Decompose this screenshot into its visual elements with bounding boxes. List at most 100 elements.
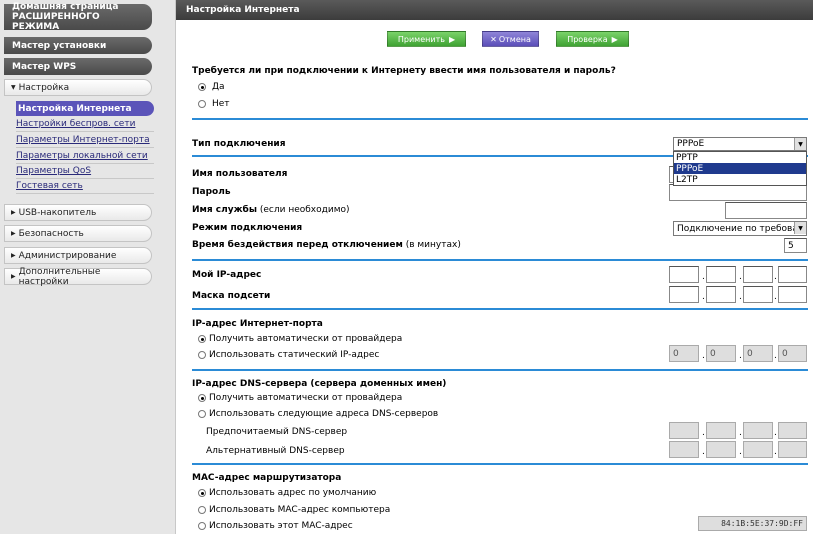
divider [192,118,808,120]
connection-type-value: PPPoE [677,139,705,149]
mac-title: MAC-адрес маршрутизатора [192,473,342,483]
dns-primary-octet-1[interactable] [669,422,699,439]
apply-button[interactable]: Применить ▶ [387,31,466,47]
service-name-hint: (если необходимо) [259,205,350,215]
mac-address-field[interactable]: 84:1B:5E:37:9D:FF [698,516,807,531]
wan-ip-octet-4[interactable]: 0 [778,345,807,362]
dot-separator: . [702,292,705,302]
nav-admin-label: Администрирование [18,250,117,261]
x-icon: ✕ [490,34,497,44]
nav-setup-wizard[interactable]: Мастер установки [4,37,152,54]
connection-type-select[interactable]: PPPoE ▼ [673,137,807,151]
my-ip-octet-3[interactable] [743,266,773,283]
nav-admin[interactable]: ▶ Администрирование [4,247,152,264]
dns-secondary-octet-3[interactable] [743,441,773,458]
sidebar-item-internet-setup[interactable]: Настройка Интернета [16,101,154,116]
dns-primary-octet-2[interactable] [706,422,736,439]
nav-advanced-label: Дополнительные настройки [18,266,101,287]
dns-manual-radio[interactable] [198,410,206,418]
nav-usb[interactable]: ▶ USB-накопитель [4,204,152,221]
wan-ip-octet-2[interactable]: 0 [706,345,736,362]
apply-label: Применить [397,34,445,44]
connection-mode-value: Подключение по требова [677,223,798,234]
dns-secondary-octet-4[interactable] [778,441,807,458]
arrow-right-icon: ▶ [448,34,456,44]
dot-separator: . [739,292,742,302]
wan-ip-octet-3[interactable]: 0 [743,345,773,362]
triangle-down-icon: ▼ [11,84,16,91]
mask-octet-3[interactable] [743,286,773,303]
username-label: Имя пользователя [192,169,288,179]
sidebar-item-qos[interactable]: Параметры QoS [16,164,154,179]
mask-octet-1[interactable] [669,286,699,303]
service-name-label: Имя службы (если необходимо) [192,205,350,215]
dns-primary-octet-3[interactable] [743,422,773,439]
dot-separator: . [739,428,742,438]
idle-timeout-field[interactable]: 5 [784,238,807,253]
divider [192,308,808,310]
wan-ip-octet-1[interactable]: 0 [669,345,699,362]
triangle-right-icon: ▶ [11,209,16,216]
nav-security-label: Безопасность [18,228,84,239]
nav-advanced[interactable]: ▶ Дополнительные настройки [4,266,152,287]
dot-separator: . [702,428,705,438]
option-pppoe[interactable]: PPPoE [674,163,806,174]
dns-title: IP-адрес DNS-сервера (сервера доменных и… [192,379,447,389]
nav-home[interactable]: Домашняя страница РАСШИРЕННОГО РЕЖИМА [4,2,152,32]
test-button[interactable]: Проверка ▶ [556,31,629,47]
mask-octet-2[interactable] [706,286,736,303]
wan-ip-auto-label: Получить автоматически от провайдера [209,334,403,344]
sidebar-item-wireless[interactable]: Настройки беспров. сети [16,117,154,132]
login-no-radio[interactable] [198,100,206,108]
dot-separator: . [702,351,705,361]
mask-octet-4[interactable] [778,286,807,303]
my-ip-octet-1[interactable] [669,266,699,283]
nav-wps-wizard[interactable]: Мастер WPS [4,58,152,75]
dot-separator: . [702,447,705,457]
sidebar-item-lan[interactable]: Параметры локальной сети [16,149,154,164]
connection-type-label: Тип подключения [192,139,286,149]
wan-ip-static-radio[interactable] [198,351,206,359]
mac-custom-label: Использовать этот MAC-адрес [209,521,353,531]
mac-custom-radio[interactable] [198,522,206,530]
option-pptp[interactable]: PPTP [674,152,806,163]
nav-settings-label: Настройка [18,82,70,93]
dot-separator: . [774,351,777,361]
mac-computer-label: Использовать MAC-адрес компьютера [209,505,391,515]
dns-auto-radio[interactable] [198,394,206,402]
arrow-right-icon: ▶ [611,34,618,44]
mac-computer-radio[interactable] [198,506,206,514]
sidebar-item-wan-port[interactable]: Параметры Интернет-порта [16,133,154,148]
nav-settings[interactable]: ▼ Настройка [4,79,152,96]
login-yes-radio[interactable] [198,83,206,91]
triangle-right-icon: ▶ [11,230,16,237]
dns-secondary-octet-1[interactable] [669,441,699,458]
divider [192,463,808,465]
dns-primary-octet-4[interactable] [778,422,807,439]
my-ip-octet-2[interactable] [706,266,736,283]
password-field[interactable] [669,184,807,201]
idle-timeout-text: Время бездействия перед отключением [192,240,403,250]
connection-mode-select[interactable]: Подключение по требова ▼ [673,221,807,236]
dns-secondary-octet-2[interactable] [706,441,736,458]
main-content: Настройка Интернета Применить ▶ ✕ Отмена П… [176,0,813,534]
connection-type-dropdown[interactable]: PPTP PPPoE L2TP [673,151,807,186]
password-label: Пароль [192,187,231,197]
test-label: Проверка [567,34,608,44]
page-title: Настройка Интернета [176,0,813,20]
connection-mode-label: Режим подключения [192,223,303,233]
mac-default-label: Использовать адрес по умолчанию [209,488,377,498]
mac-default-radio[interactable] [198,489,206,497]
service-name-field[interactable] [725,202,807,219]
my-ip-octet-4[interactable] [778,266,807,283]
divider [192,369,808,371]
option-l2tp[interactable]: L2TP [674,174,806,185]
wan-ip-auto-radio[interactable] [198,335,206,343]
nav-security[interactable]: ▶ Безопасность [4,225,152,242]
cancel-button[interactable]: ✕ Отмена [482,31,539,47]
nav-usb-label: USB-накопитель [18,207,97,218]
chevron-down-icon: ▼ [794,138,806,150]
sidebar-item-guest[interactable]: Гостевая сеть [16,179,154,194]
dot-separator: . [739,447,742,457]
login-question: Требуется ли при подключении к Интернету… [192,66,616,76]
